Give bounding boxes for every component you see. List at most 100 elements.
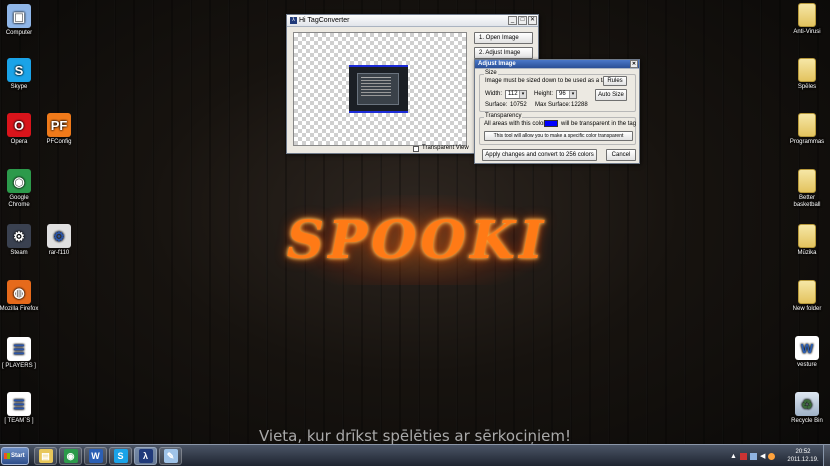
desktop-icon-label: Google Chrome [8,195,30,208]
volume-icon[interactable]: ◀ [760,452,765,460]
desktop-icon-label: Spēles [797,84,817,90]
width-select[interactable]: 112 ▾ [505,90,527,99]
folder-icon [798,224,816,248]
transparency-group-title: Transparency [484,113,523,119]
desktop-icon-label: Recycle Bin [791,418,823,424]
steam-icon: ⚙ [7,224,31,248]
computer-icon: ▣ [7,4,31,28]
flag-icon[interactable] [739,452,747,460]
desktop-icon-pfconfig[interactable]: PF PFConfig [38,113,80,146]
specific-color-button[interactable]: This tool will allow you to make a speci… [484,131,633,141]
skype-icon: S [113,449,128,463]
desktop-icon-google-chrome[interactable]: ◉ Google Chrome [0,169,40,209]
word-doc-icon: W [795,336,819,360]
transparency-hint-2: will be transparent in the tag [561,121,637,127]
desktop-icon-better-basketball[interactable]: Better basketball [786,169,828,209]
desktop-icon-skype[interactable]: S Skype [0,58,40,91]
transparent-color-swatch[interactable] [544,120,558,127]
close-button[interactable]: ✕ [528,16,537,25]
open-image-button[interactable]: 1. Open Image [474,32,533,44]
desktop-icon-opera[interactable]: O Opera [0,113,40,146]
cancel-button[interactable]: Cancel [606,149,636,161]
desktop-icon-anti-virusi[interactable]: Anti-Virusi [786,3,828,36]
recycle-bin-icon: ♻ [795,392,819,416]
adjust-image-button[interactable]: 2. Adjust Image [474,47,533,59]
hitag-icon: λ [138,449,153,463]
show-desktop-button[interactable] [823,445,830,466]
size-hint: Image must be sized down to be used as a… [485,78,611,84]
desktop-icon-players[interactable]: ☰ [ PLAYERS ] [0,337,40,370]
windows-logo-icon [4,453,10,459]
network-icon[interactable] [749,452,757,460]
max-surface-label: Max Surface: [535,102,571,108]
clock[interactable]: 20:52 2011.12.19. [785,448,821,464]
clock-date: 2011.12.19. [787,457,819,463]
taskbar-button-skype[interactable]: S [109,447,132,465]
width-label: Width: [485,91,503,97]
desktop-icon-sp-les[interactable]: Spēles [786,58,828,91]
desktop-icon-steam[interactable]: ⚙ Steam [0,224,40,257]
desktop-icon-label: Better basketball [793,195,821,208]
auto-size-button[interactable]: Auto Size [595,89,627,101]
taskbar-button-explorer-folder[interactable]: ▤ [34,447,57,465]
hitag-titlebar[interactable]: λ Hi TagConverter _ □ ✕ [287,15,538,27]
wallpaper-slogan: Vieta, kur drīkst spēlēties ar sērkociņi… [258,427,572,445]
wallpaper-logo-text: SPOOKI [286,209,548,271]
adjust-titlebar[interactable]: Adjust Image ✕ [475,60,639,69]
document-icon: ☰ [7,392,31,416]
tray-app-icon[interactable] [768,452,776,460]
desktop-icon-mozilla-firefox[interactable]: ◍ Mozilla Firefox [0,280,40,313]
desktop-icon-vesture[interactable]: Wvesture [786,336,828,369]
desktop-icon-new-folder[interactable]: New folder [786,280,828,313]
desktop-icon-m-zika[interactable]: Mūzika [786,224,828,257]
minimize-button[interactable]: _ [508,16,517,25]
system-tray: ▲ ◀ [730,449,784,463]
desktop-icon-recycle-bin[interactable]: ♻ Recycle Bin [786,392,828,425]
desktop-icon-label: Mozilla Firefox [0,306,39,312]
desktop-icon-label: New folder [792,306,822,312]
desktop-icon-label: [ PLAYERS ] [2,363,36,369]
folder-icon [798,3,816,27]
transparent-view-checkbox[interactable] [413,146,419,152]
chrome-icon: ◉ [63,449,78,463]
desktop-icon-label: Mūzika [797,250,817,256]
adjust-title: Adjust Image [478,61,516,67]
surface-value: 10752 [510,102,527,108]
rules-button[interactable]: Rules [603,76,627,86]
chevron-down-icon[interactable]: ▾ [569,91,576,98]
transparent-view-label: Transparent View [422,145,469,151]
desktop-icon-label: [ TEAM`S ] [4,418,34,424]
taskbar-button-word[interactable]: W [84,447,107,465]
paint-icon: ✎ [163,449,178,463]
hitag-app-icon: λ [290,17,297,24]
folder-icon [798,280,816,304]
chevron-down-icon[interactable]: ▾ [519,91,526,98]
desktop-icon-label: PFConfig [46,139,72,145]
apply-button[interactable]: Apply changes and convert to 256 colors [482,149,597,161]
desktop-icon-label: Skype [10,84,28,90]
start-button[interactable]: Start [1,447,29,465]
taskbar-button-paint[interactable]: ✎ [159,447,182,465]
desktop-icon-programmas[interactable]: Programmas [786,113,828,146]
desktop-icon-computer[interactable]: ▣ Computer [0,4,40,37]
taskbar: Start ▤ ◉ W Sλ ✎ ▲ ◀ 20:52 2011.12.19. [0,444,830,466]
desktop-icon-label: Anti-Virusi [793,29,821,35]
desktop-icon-team-s[interactable]: ☰ [ TEAM`S ] [0,392,40,425]
desktop-icon-label: Opera [10,139,28,145]
height-label: Height: [534,91,554,97]
taskbar-button-hitag[interactable]: λ [134,447,157,465]
firefox-icon: ◍ [7,280,31,304]
height-value: 96 [559,91,566,97]
show-hidden-icons-icon[interactable]: ▲ [730,453,737,460]
desktop-icon-label: Steam [10,250,28,256]
adjust-close-button[interactable]: ✕ [630,60,638,68]
skype-icon: S [7,58,31,82]
word-icon: W [88,449,103,463]
taskbar-button-chrome[interactable]: ◉ [59,447,82,465]
maximize-button[interactable]: □ [518,16,527,25]
height-select[interactable]: 96 ▾ [556,90,577,99]
pfconfig-icon: PF [47,113,71,137]
start-label: Start [11,453,25,459]
desktop-icon-rar-f110[interactable]: ⚙ rar-f110 [38,224,80,257]
transparency-hint-1: All areas with this color: [484,121,548,127]
